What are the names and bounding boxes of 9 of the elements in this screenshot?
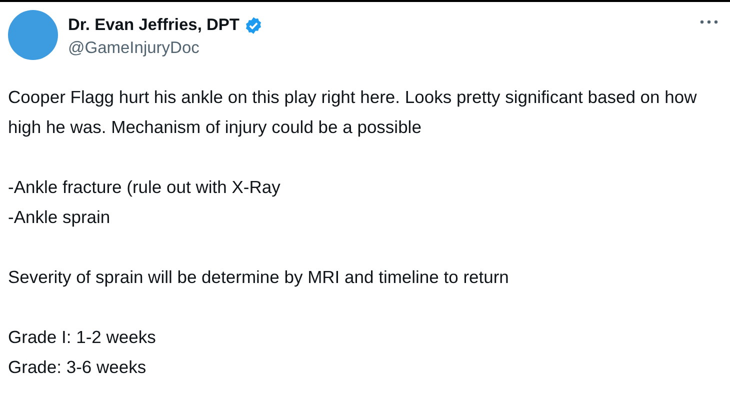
avatar[interactable]	[8, 10, 58, 60]
tweet-text: -Ankle fracture (rule out with X-Ray	[8, 176, 282, 199]
author-name[interactable]: Dr. Evan Jeffries, DPT	[68, 14, 240, 36]
author-handle[interactable]: @GameInjuryDoc	[68, 36, 686, 60]
tweet-text: Grade: 3-6 weeks	[8, 356, 148, 379]
tweet-text: Cooper Flagg hurt his ankle on this play right here. Looks pretty significant based on how high he was. Mechanism of injury could be a possible	[8, 86, 698, 139]
tweet-text: Severity of sprain will be determine by MRI and timeline to return	[8, 266, 510, 289]
tweet-text: Grade I: 1-2 weeks	[8, 326, 157, 349]
tweet-text: -Ankle sprain	[8, 206, 112, 229]
